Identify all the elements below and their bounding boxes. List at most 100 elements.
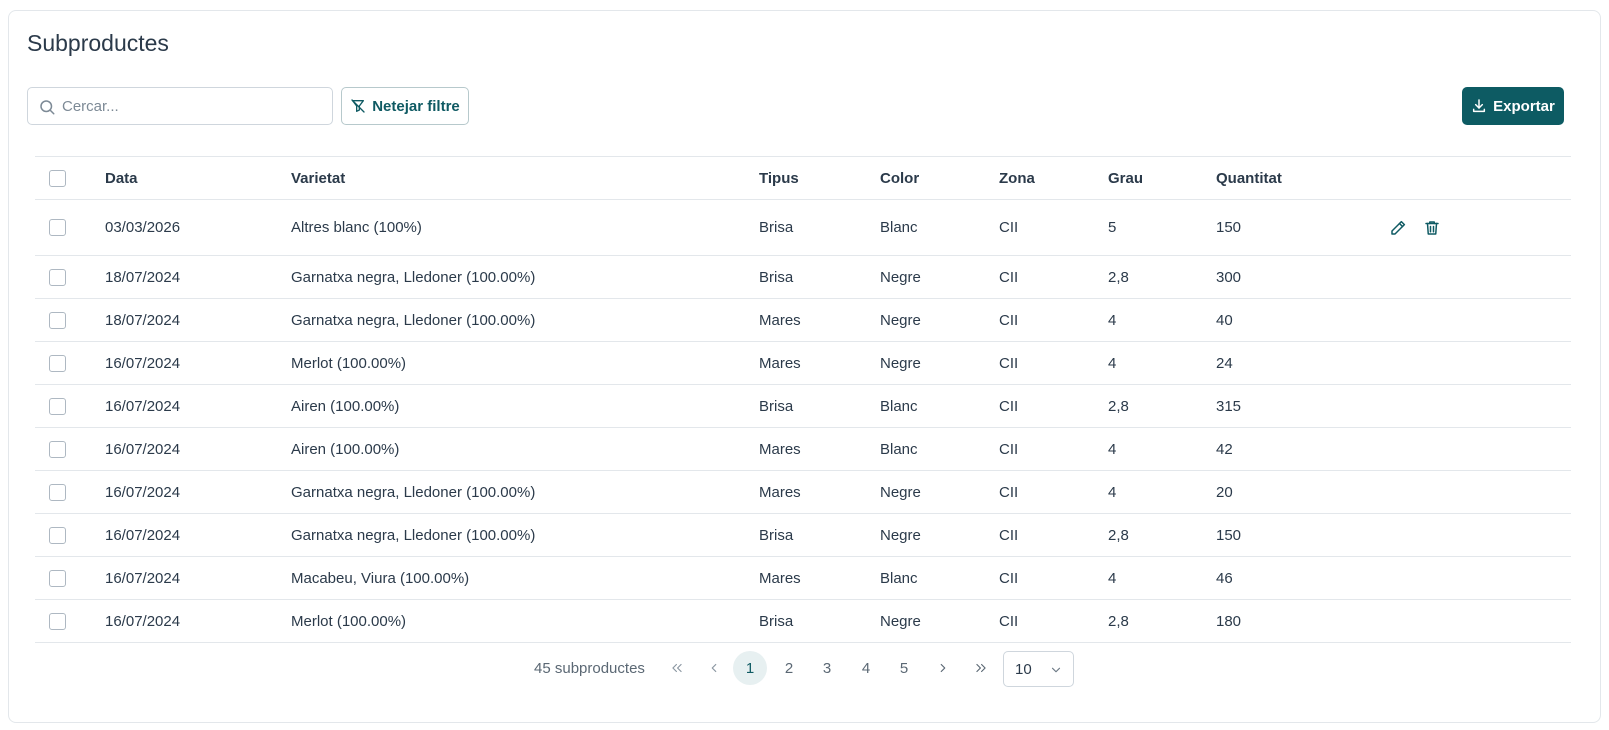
export-button[interactable]: Exportar: [1462, 87, 1564, 125]
cell-tipus: Brisa: [759, 268, 794, 286]
cell-color: Blanc: [880, 219, 918, 236]
page-button-3[interactable]: 3: [810, 651, 844, 685]
cell-varietat: Garnatxa negra, Lledoner (100.00%): [291, 268, 536, 286]
cell-quantitat: 150: [1216, 526, 1242, 544]
cell-color: Blanc: [880, 397, 918, 415]
cell-tipus: Brisa: [759, 612, 794, 630]
cell-quantitat: 300: [1216, 268, 1242, 286]
cell-varietat: Macabeu, Viura (100.00%): [291, 569, 470, 587]
search-input[interactable]: [62, 88, 327, 124]
select-all-checkbox[interactable]: [49, 169, 66, 187]
column-header-data[interactable]: Data: [105, 157, 291, 200]
search-box[interactable]: [27, 87, 333, 125]
cell-color: Negre: [880, 311, 921, 329]
cell-zona: CII: [999, 612, 1019, 630]
cell-data: 18/07/2024: [105, 268, 181, 286]
cell-grau: 4: [1108, 354, 1117, 372]
row-checkbox[interactable]: [49, 397, 66, 415]
table-row[interactable]: 16/07/2024 Garnatxa negra, Lledoner (100…: [35, 514, 1571, 557]
export-label: Exportar: [1493, 97, 1555, 115]
page-button-5[interactable]: 5: [887, 651, 921, 685]
cell-data: 03/03/2026: [105, 219, 181, 236]
column-header-varietat[interactable]: Varietat: [291, 157, 759, 200]
row-checkbox[interactable]: [49, 440, 66, 458]
page-title: Subproductes: [27, 30, 169, 56]
chevron-right-icon: [940, 663, 946, 673]
table-row[interactable]: 16/07/2024 Airen (100.00%) Brisa Blanc C…: [35, 385, 1571, 428]
cell-quantitat: 24: [1216, 354, 1233, 372]
trash-icon[interactable]: [1423, 219, 1441, 237]
table-row[interactable]: 16/07/2024 Merlot (100.00%) Mares Negre …: [35, 342, 1571, 385]
row-checkbox[interactable]: [49, 612, 66, 630]
row-actions: [1389, 219, 1571, 237]
table-row[interactable]: 16/07/2024 Garnatxa negra, Lledoner (100…: [35, 471, 1571, 514]
cell-data: 16/07/2024: [105, 397, 181, 415]
cell-zona: CII: [999, 526, 1019, 544]
cell-varietat: Airen (100.00%): [291, 440, 400, 458]
pencil-icon[interactable]: [1389, 219, 1407, 237]
cell-data: 16/07/2024: [105, 354, 181, 372]
table-row[interactable]: 18/07/2024 Garnatxa negra, Lledoner (100…: [35, 299, 1571, 342]
cell-tipus: Brisa: [759, 526, 794, 544]
column-header-grau[interactable]: Grau: [1108, 157, 1216, 200]
cell-color: Negre: [880, 268, 921, 286]
cell-grau: 4: [1108, 440, 1117, 458]
page-button-4[interactable]: 4: [849, 651, 883, 685]
cell-color: Negre: [880, 354, 921, 372]
table-header-row: Data Varietat Tipus Color Zona Grau Quan…: [35, 156, 1571, 200]
result-count: 45 subproductes: [534, 660, 645, 677]
cell-tipus: Mares: [759, 569, 801, 587]
cell-zona: CII: [999, 219, 1019, 236]
cell-data: 16/07/2024: [105, 569, 181, 587]
cell-quantitat: 20: [1216, 483, 1233, 501]
row-checkbox[interactable]: [49, 311, 66, 329]
row-checkbox[interactable]: [49, 219, 66, 237]
row-checkbox[interactable]: [49, 526, 66, 544]
page-button-2[interactable]: 2: [772, 651, 806, 685]
cell-quantitat: 40: [1216, 311, 1233, 329]
next-page-button[interactable]: [926, 651, 960, 685]
column-header-tipus[interactable]: Tipus: [759, 157, 880, 200]
column-header-color[interactable]: Color: [880, 157, 999, 200]
row-checkbox[interactable]: [49, 268, 66, 286]
cell-data: 16/07/2024: [105, 612, 181, 630]
subproducts-table: Data Varietat Tipus Color Zona Grau Quan…: [35, 156, 1571, 643]
cell-grau: 5: [1108, 219, 1117, 236]
last-page-button[interactable]: [964, 651, 998, 685]
cell-zona: CII: [999, 569, 1019, 587]
cell-zona: CII: [999, 483, 1019, 501]
table-row[interactable]: 16/07/2024 Airen (100.00%) Mares Blanc C…: [35, 428, 1571, 471]
double-chevron-right-icon: [976, 663, 986, 673]
table-row[interactable]: 16/07/2024 Macabeu, Viura (100.00%) Mare…: [35, 557, 1571, 600]
page-button-1[interactable]: 1: [733, 651, 767, 685]
cell-quantitat: 42: [1216, 440, 1233, 458]
column-header-actions: [1389, 157, 1571, 200]
cell-grau: 4: [1108, 569, 1117, 587]
table-row[interactable]: 03/03/2026 Altres blanc (100%) Brisa Bla…: [35, 200, 1571, 256]
cell-grau: 2,8: [1108, 397, 1129, 415]
table-row[interactable]: 16/07/2024 Merlot (100.00%) Brisa Negre …: [35, 600, 1571, 643]
row-checkbox[interactable]: [49, 569, 66, 587]
first-page-button[interactable]: [660, 651, 694, 685]
cell-quantitat: 315: [1216, 397, 1242, 415]
cell-zona: CII: [999, 311, 1019, 329]
cell-tipus: Mares: [759, 483, 801, 501]
cell-grau: 2,8: [1108, 526, 1129, 544]
cell-tipus: Brisa: [759, 219, 794, 236]
table-row[interactable]: 18/07/2024 Garnatxa negra, Lledoner (100…: [35, 256, 1571, 299]
column-header-quantitat[interactable]: Quantitat: [1216, 157, 1389, 200]
clear-filters-button[interactable]: Netejar filtre: [341, 87, 469, 125]
cell-tipus: Mares: [759, 354, 801, 372]
row-checkbox[interactable]: [49, 354, 66, 372]
cell-zona: CII: [999, 397, 1019, 415]
cell-grau: 2,8: [1108, 612, 1129, 630]
row-checkbox[interactable]: [49, 483, 66, 501]
clear-filters-label: Netejar filtre: [372, 97, 460, 115]
page-size-select[interactable]: 10: [1003, 651, 1074, 687]
prev-page-button[interactable]: [697, 651, 731, 685]
cell-varietat: Merlot (100.00%): [291, 612, 407, 630]
cell-grau: 2,8: [1108, 268, 1129, 286]
download-icon: [1473, 99, 1486, 113]
cell-tipus: Brisa: [759, 397, 794, 415]
column-header-zona[interactable]: Zona: [999, 157, 1108, 200]
